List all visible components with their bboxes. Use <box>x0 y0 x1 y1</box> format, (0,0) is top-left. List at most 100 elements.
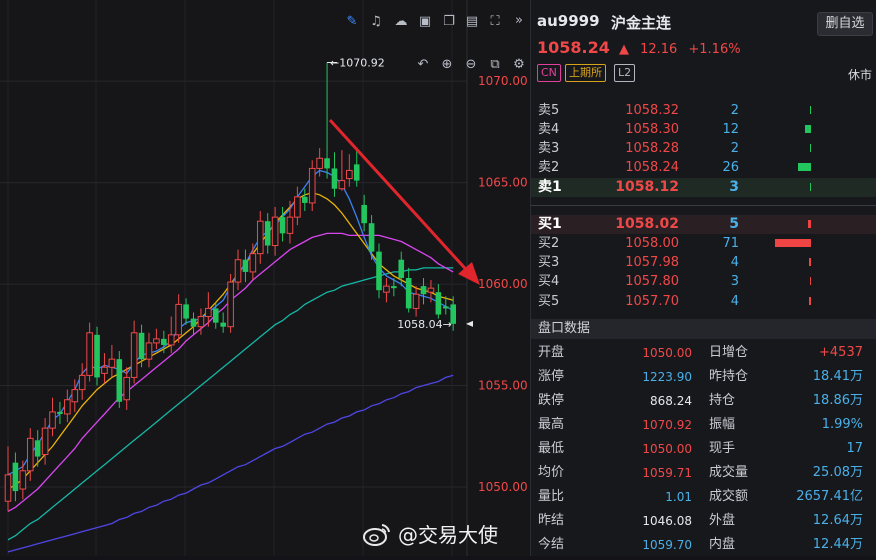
candle-body <box>308 167 316 204</box>
candle-body <box>130 332 138 378</box>
high-price-label: ←1070.92 <box>330 56 385 69</box>
ask-row-3[interactable]: 卖3 1058.28 2 <box>531 139 876 158</box>
bell-icon[interactable]: ♫ <box>368 15 384 29</box>
settings-icon[interactable]: ⚙ <box>511 58 527 72</box>
candle <box>353 148 360 187</box>
candle-body <box>316 157 323 169</box>
stat-value: 1046.08 <box>642 514 692 528</box>
bid-row-3[interactable]: 买3 1057.98 4 <box>531 253 876 272</box>
last-price-label: 1058.04→ <box>397 318 452 331</box>
price-change: 12.16 <box>640 42 678 57</box>
zoom-out-icon[interactable]: ⊖ <box>463 58 479 72</box>
bid-row-1[interactable]: 买1 1058.02 5 <box>531 215 876 234</box>
candle-body <box>264 221 271 246</box>
stat-label: 内盘 <box>709 537 736 552</box>
cloud-icon[interactable]: ☁ <box>393 15 409 29</box>
copy-icon[interactable]: ❐ <box>441 15 457 29</box>
candle-body <box>234 259 242 283</box>
ob-separator <box>531 205 876 206</box>
candle-body <box>242 259 249 272</box>
ob-volume: 3 <box>729 179 739 195</box>
candle <box>153 328 160 350</box>
price-tick-label: 1070.00 <box>478 74 528 88</box>
candle-body <box>412 293 420 309</box>
candle-body <box>249 253 257 273</box>
candle-body <box>338 180 346 190</box>
candle-body <box>86 332 93 376</box>
stat-label: 开盘 <box>538 345 565 360</box>
stat-label: 最高 <box>538 417 565 432</box>
ob-level-label: 买2 <box>538 236 560 251</box>
ob-volume: 3 <box>730 274 739 289</box>
bid-row-5[interactable]: 买5 1057.70 4 <box>531 292 876 311</box>
candle-body <box>161 338 167 345</box>
candle <box>64 389 71 423</box>
ask-row-5[interactable]: 卖5 1058.32 2 <box>531 101 876 120</box>
price-tick-label: 1050.00 <box>478 480 528 494</box>
ob-volume: 71 <box>722 236 739 251</box>
candle-body <box>205 307 212 318</box>
candle <box>220 312 226 333</box>
ob-volume-bar <box>810 144 811 152</box>
ask-row-2[interactable]: 卖2 1058.24 26 <box>531 158 876 177</box>
stats-row: 今结 1059.70 内盘 12.44万 <box>531 533 876 557</box>
ask-row-4[interactable]: 卖4 1058.30 12 <box>531 120 876 139</box>
ask-row-1[interactable]: 卖1 1058.12 3 <box>531 178 876 197</box>
candle-body <box>108 358 116 368</box>
fullscreen-icon[interactable]: ⛶ <box>487 15 503 29</box>
candle <box>190 312 197 335</box>
zoom-in-icon[interactable]: ⊕ <box>439 58 455 72</box>
layout-icon[interactable]: ▤ <box>464 15 480 29</box>
candle <box>116 351 123 408</box>
stat-value: 1059.71 <box>642 466 692 480</box>
candle-body <box>346 169 353 180</box>
stat-value: 1.01 <box>665 490 692 504</box>
crop-icon[interactable]: ⧉ <box>487 58 503 72</box>
candle <box>108 344 116 378</box>
stats-row: 均价 1059.71 成交量 25.08万 <box>531 461 876 485</box>
ob-price: 1058.00 <box>625 236 679 251</box>
candle <box>19 460 27 500</box>
stats-row: 跌停 868.24 持仓 18.86万 <box>531 389 876 413</box>
candle-body <box>398 259 405 278</box>
candle-body <box>256 220 264 255</box>
ob-volume-bar <box>775 239 811 247</box>
camera-icon[interactable]: ▣ <box>417 15 433 29</box>
ob-price: 1058.12 <box>615 179 679 195</box>
kline-chart[interactable]: 1070.00 1065.00 1060.00 1055.00 1050.00 ←1070… <box>0 0 530 556</box>
ob-level-label: 买1 <box>538 216 562 232</box>
candle-body <box>271 216 279 247</box>
price-change-pct: +1.16% <box>688 42 741 57</box>
candle-body <box>78 374 86 391</box>
ob-volume: 12 <box>722 122 739 137</box>
candle-body <box>391 286 397 289</box>
ob-price: 1057.80 <box>625 274 679 289</box>
candle-body <box>220 322 226 327</box>
weibo-logo-icon <box>363 524 390 546</box>
kline-svg[interactable]: 1070.00 1065.00 1060.00 1055.00 1050.00 ←1070… <box>0 0 530 556</box>
ob-volume-bar <box>809 297 811 305</box>
expand-icon[interactable]: » <box>511 14 527 28</box>
bid-row-4[interactable]: 买4 1057.80 3 <box>531 272 876 291</box>
market-status: 休市 <box>847 68 872 82</box>
ob-volume-bar <box>810 183 811 191</box>
stat-value: 12.64万 <box>812 513 863 528</box>
ob-price: 1057.70 <box>625 294 679 309</box>
candle <box>324 62 330 179</box>
candle <box>383 278 390 303</box>
candle <box>302 188 308 212</box>
candle-body <box>302 196 308 203</box>
stat-label: 昨持仓 <box>709 369 749 384</box>
ob-level-label: 买5 <box>538 294 560 309</box>
bid-row-2[interactable]: 买2 1058.00 71 <box>531 234 876 253</box>
stat-value: 18.86万 <box>812 393 863 408</box>
candle <box>346 154 353 187</box>
stats-row: 涨停 1223.90 昨持仓 18.41万 <box>531 365 876 389</box>
stat-label: 外盘 <box>709 513 736 528</box>
candle-body <box>376 251 382 291</box>
ob-level-label: 卖1 <box>538 179 562 195</box>
ob-volume-bar <box>808 220 811 228</box>
undo-icon[interactable]: ↶ <box>415 58 431 72</box>
pen-icon[interactable]: ✎ <box>344 15 360 29</box>
remove-watchlist-button[interactable]: 删自选 <box>817 12 873 36</box>
